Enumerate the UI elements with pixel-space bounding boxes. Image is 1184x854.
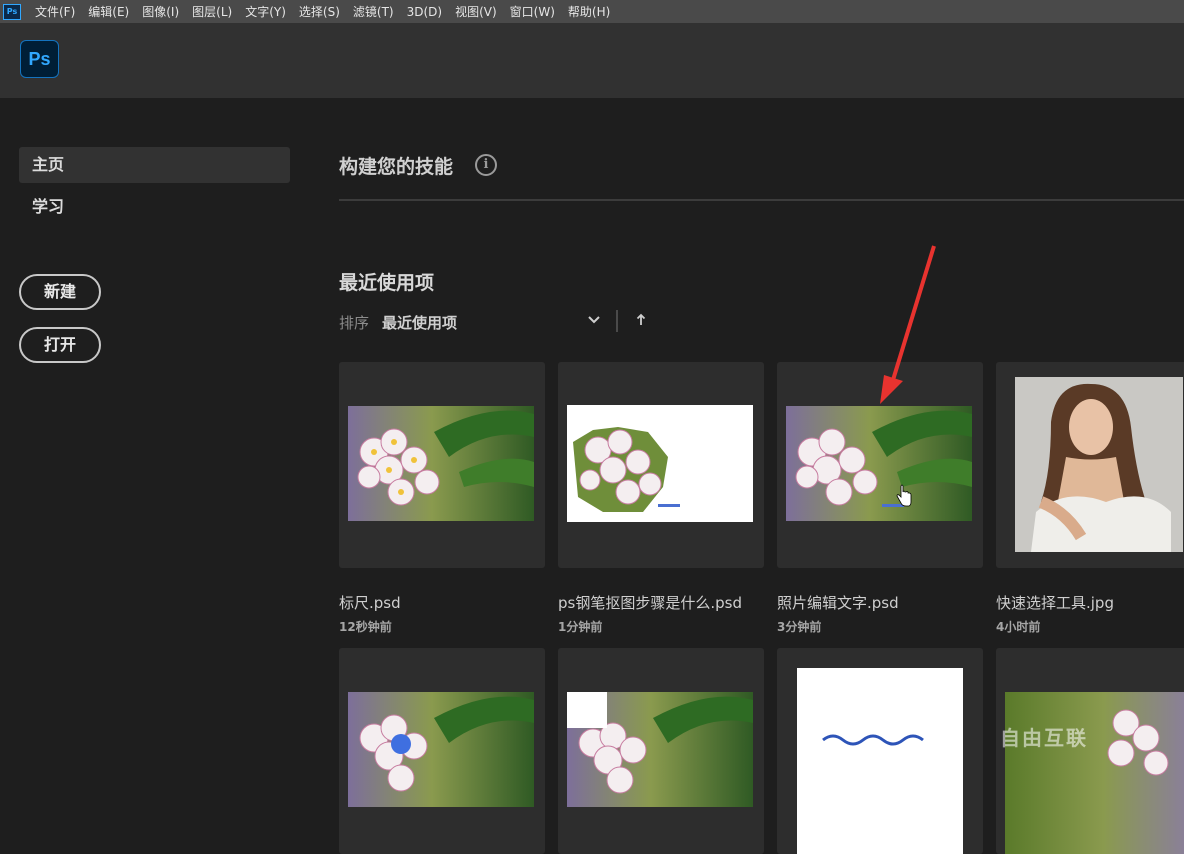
menu-edit[interactable]: 编辑(E): [88, 3, 129, 20]
flower-square-image: [567, 692, 753, 807]
menu-file[interactable]: 文件(F): [35, 3, 75, 20]
file-name[interactable]: 标尺.psd: [339, 592, 401, 613]
file-thumbnail[interactable]: [996, 362, 1184, 568]
flower-right-image: [1005, 692, 1184, 854]
recent-title: 最近使用项: [339, 272, 435, 294]
file-name[interactable]: ps钢笔抠图步骤是什么.psd: [558, 592, 742, 613]
menu-type[interactable]: 文字(Y): [245, 3, 286, 20]
sidebar: 主页 学习 新建 打开: [0, 98, 310, 779]
divider: [339, 199, 1184, 201]
sort-dropdown[interactable]: 最近使用项: [382, 312, 457, 333]
sort-direction-arrow-icon[interactable]: [636, 313, 646, 327]
file-thumbnail[interactable]: [996, 648, 1184, 854]
sidebar-item-learn[interactable]: 学习: [19, 189, 290, 225]
ps-small-icon[interactable]: Ps: [3, 3, 21, 20]
watermark: 自由互联: [1000, 726, 1088, 750]
file-thumbnail[interactable]: [558, 648, 764, 854]
menu-bar: Ps 文件(F) 编辑(E) 图像(I) 图层(L) 文字(Y) 选择(S) 滤…: [0, 0, 1184, 23]
menu-help[interactable]: 帮助(H): [568, 3, 610, 20]
hand-cursor-icon: [896, 484, 912, 507]
file-time: 3分钟前: [777, 620, 822, 634]
home-header: Ps: [0, 23, 1184, 98]
file-time: 4小时前: [996, 620, 1041, 634]
main-content: 构建您的技能 i 最近使用项 排序 最近使用项 标尺.psd 12秒钟前 ps钢…: [310, 98, 1184, 854]
new-button[interactable]: 新建: [19, 274, 101, 310]
wave-image: [797, 668, 963, 854]
menu-window[interactable]: 窗口(W): [510, 3, 555, 20]
file-name[interactable]: 照片编辑文字.psd: [777, 592, 899, 613]
file-time: 12秒钟前: [339, 620, 392, 634]
menu-select[interactable]: 选择(S): [299, 3, 340, 20]
menu-view[interactable]: 视图(V): [455, 3, 497, 20]
file-thumbnail[interactable]: [558, 362, 764, 568]
file-thumbnail[interactable]: [339, 648, 545, 854]
menu-3d[interactable]: 3D(D): [407, 5, 442, 19]
open-button[interactable]: 打开: [19, 327, 101, 363]
menu-filter[interactable]: 滤镜(T): [353, 3, 394, 20]
cutout-image: [567, 405, 753, 522]
sidebar-item-home[interactable]: 主页: [19, 147, 290, 183]
info-icon[interactable]: i: [475, 154, 497, 176]
file-thumbnail[interactable]: [777, 362, 983, 568]
photoshop-logo: Ps: [20, 40, 59, 78]
sort-label: 排序: [339, 314, 370, 332]
portrait-image: [1015, 377, 1183, 552]
file-thumbnail[interactable]: [339, 362, 545, 568]
flower-dot-image: [348, 692, 534, 807]
file-time: 1分钟前: [558, 620, 603, 634]
file-thumbnail[interactable]: [777, 648, 983, 854]
menu-layer[interactable]: 图层(L): [192, 3, 232, 20]
skills-title: 构建您的技能: [339, 156, 454, 178]
flower-text-image: [786, 406, 972, 521]
menu-image[interactable]: 图像(I): [142, 3, 179, 20]
flower-image: [348, 406, 534, 521]
sort-separator: [616, 310, 618, 332]
chevron-down-icon[interactable]: [586, 312, 602, 328]
file-name[interactable]: 快速选择工具.jpg: [996, 592, 1114, 613]
